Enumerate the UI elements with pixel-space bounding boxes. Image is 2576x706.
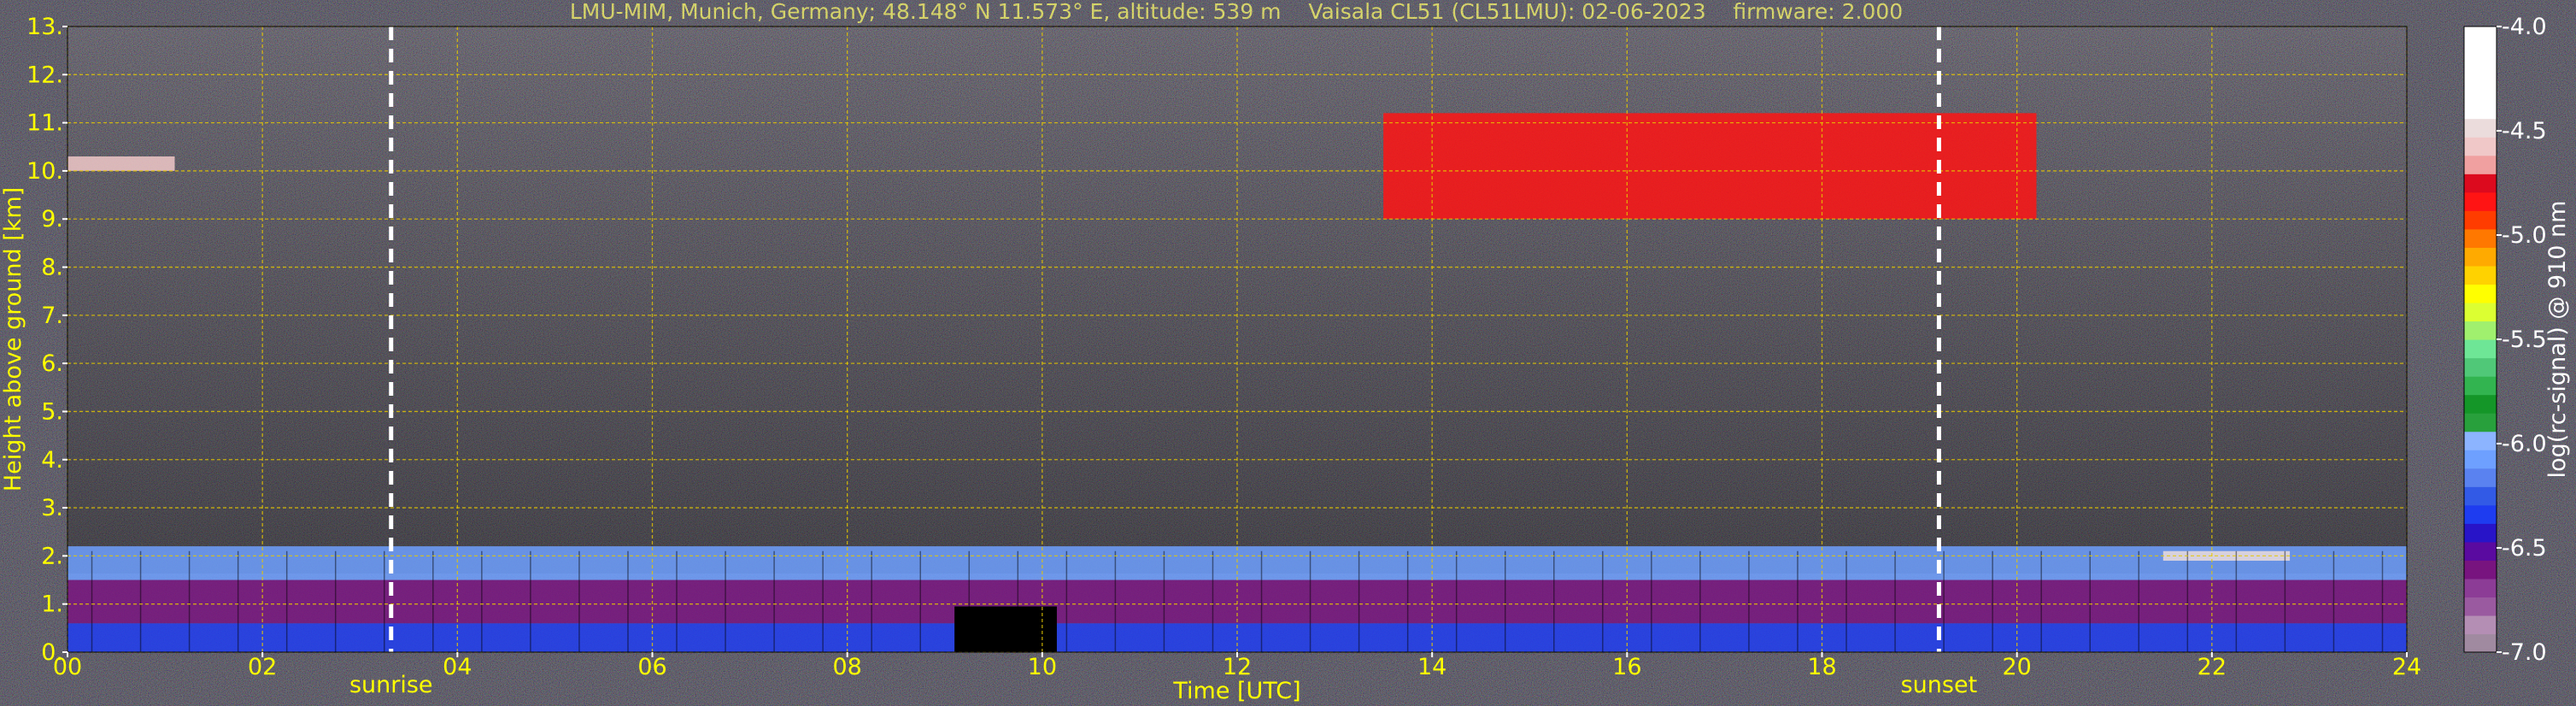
colorbar-segment (2464, 247, 2497, 267)
y-axis-label: Height above ground [km] (0, 187, 26, 491)
colorbar-segment (2464, 597, 2497, 616)
colorbar-segment (2464, 394, 2497, 414)
colorbar-segment (2464, 468, 2497, 487)
x-tick-label: 18 (1807, 654, 1836, 680)
colorbar-tick-label: -4.5 (2502, 118, 2547, 144)
y-tick-label: 0. (41, 639, 63, 666)
y-tick-labels: 0. 1. 2. 3. 4. 5. 6. 7. 8. 9. 10. 11. 12. 13. (26, 14, 67, 666)
colorbar-tick-label: -5.5 (2502, 327, 2547, 353)
colorbar-segment (2464, 339, 2497, 359)
colorbar-segment (2464, 486, 2497, 506)
colorbar-segment (2464, 191, 2497, 211)
colorbar-segment (2464, 541, 2497, 561)
colorbar-segment (2464, 63, 2497, 83)
colorbar-segment (2464, 174, 2497, 193)
x-tick-label: 22 (2198, 654, 2227, 680)
colorbar-tick-label: -7.0 (2502, 639, 2547, 666)
x-tick-label: 12 (1223, 654, 1252, 680)
colorbar-tick-label: -4.0 (2502, 14, 2547, 40)
colorbar-tick-label: -6.5 (2502, 535, 2547, 562)
colorbar-segment (2464, 26, 2497, 46)
x-tick-label: 14 (1417, 654, 1446, 680)
colorbar (2463, 26, 2497, 653)
colorbar-tick-label: -5.0 (2502, 222, 2547, 249)
colorbar-segment (2464, 210, 2497, 230)
colorbar-tick-labels: -4.0 -4.5 -5.0 -5.5 -6.0 -6.5 -7.0 (2497, 14, 2547, 666)
sunrise-label: sunrise (349, 672, 433, 698)
x-tick-label: 04 (443, 654, 472, 680)
missing-data-block (954, 606, 1057, 652)
colorbar-label: log(rc-signal) @ 910 nm (2544, 201, 2571, 479)
x-tick-label: 16 (1612, 654, 1641, 680)
colorbar-segment (2464, 376, 2497, 396)
y-tick-label: 9. (41, 206, 63, 232)
colorbar-segment (2464, 44, 2497, 64)
colorbar-segment (2464, 615, 2497, 635)
ceilometer-chart: LMU-MIM, Munich, Germany; 48.148° N 11.5… (0, 0, 2571, 704)
colorbar-segment (2464, 633, 2497, 653)
y-tick-label: 2. (41, 543, 63, 569)
colorbar-segment (2464, 523, 2497, 543)
colorbar-segment (2464, 357, 2497, 377)
x-tick-label: 24 (2392, 654, 2421, 680)
noise-fade (67, 26, 2407, 574)
colorbar-segment (2464, 321, 2497, 340)
colorbar-segment (2464, 431, 2497, 450)
colorbar-segment (2464, 284, 2497, 303)
x-tick-label: 02 (248, 654, 277, 680)
colorbar-segment (2464, 155, 2497, 174)
colorbar-segment (2464, 81, 2497, 101)
x-tick-label: 08 (832, 654, 861, 680)
x-axis-label: Time [UTC] (1172, 678, 1300, 704)
colorbar-segment (2464, 504, 2497, 524)
colorbar-segment (2464, 302, 2497, 322)
y-tick-label: 8. (41, 255, 63, 281)
y-tick-label: 4. (41, 447, 63, 474)
x-tick-label: 10 (1028, 654, 1057, 680)
y-tick-label: 3. (41, 495, 63, 521)
y-tick-label: 13. (26, 14, 63, 40)
y-tick-label: 10. (26, 158, 63, 185)
colorbar-segment (2464, 137, 2497, 156)
colorbar-segment (2464, 228, 2497, 248)
sunset-label: sunset (1901, 672, 1978, 698)
colorbar-segment (2464, 578, 2497, 598)
x-tick-label: 20 (2002, 654, 2031, 680)
colorbar-segment (2464, 100, 2497, 120)
y-tick-label: 12. (26, 62, 63, 88)
colorbar-segment (2464, 265, 2497, 285)
layer-2 (67, 546, 2407, 580)
y-tick-label: 6. (41, 350, 63, 377)
y-tick-label: 1. (41, 591, 63, 618)
x-tick-label: 06 (637, 654, 666, 680)
y-tick-label: 11. (26, 110, 63, 137)
colorbar-tick-label: -6.0 (2502, 431, 2547, 457)
plot-area: sunrise sunset (67, 26, 2408, 698)
y-tick-label: 7. (41, 303, 63, 329)
y-tick-label: 5. (41, 398, 63, 425)
colorbar-segment (2464, 450, 2497, 469)
layer-3 (67, 156, 175, 171)
colorbar-segment (2464, 118, 2497, 138)
colorbar-segment (2464, 413, 2497, 432)
chart-title: LMU-MIM, Munich, Germany; 48.148° N 11.5… (570, 0, 1903, 24)
colorbar-segment (2464, 560, 2497, 580)
